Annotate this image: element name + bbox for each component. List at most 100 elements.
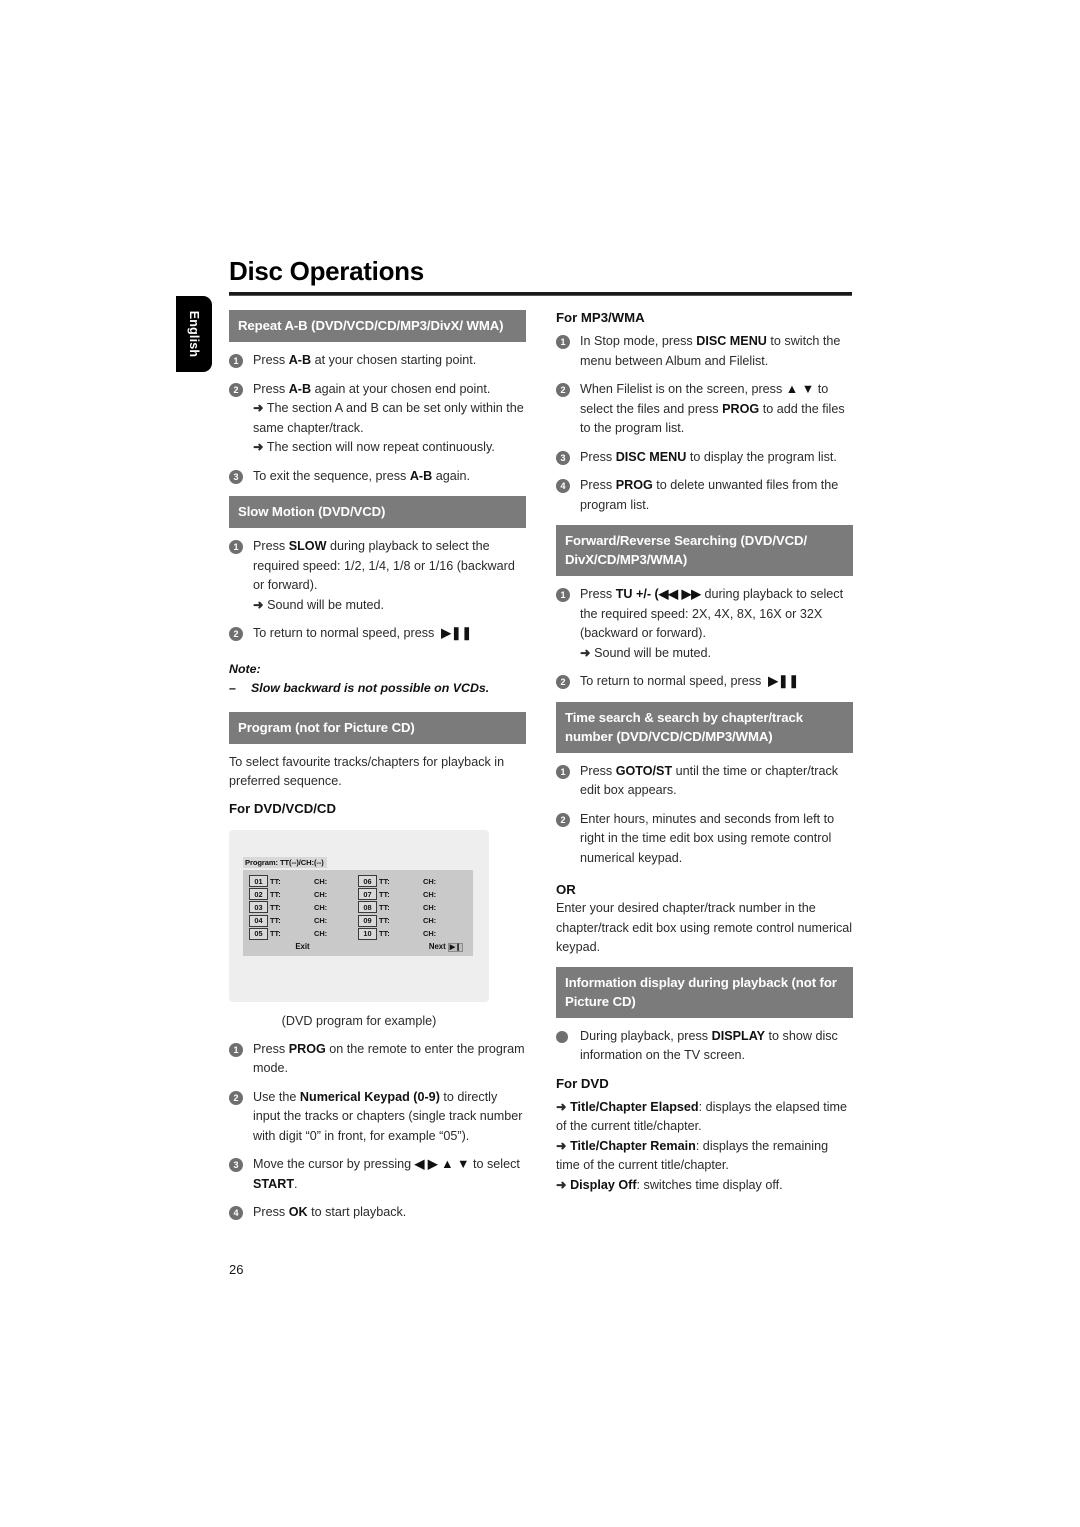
osd-row: 01 TT: CH: [249,875,358,888]
step-item: 1 Press PROG on the remote to enter the … [229,1040,526,1079]
step-keyword: DISC MENU [615,449,687,464]
program-steps: 1 Press PROG on the remote to enter the … [229,1040,526,1223]
osd-index[interactable]: 06 [358,875,377,888]
dash-icon: – [229,680,236,695]
osd-chapter-field[interactable]: CH: [314,916,327,925]
osd-index[interactable]: 02 [249,888,268,901]
step-item: 1 Press SLOW during playback to select t… [229,537,526,615]
step-text: To return to normal speed, press [253,626,435,640]
osd-index[interactable]: 08 [358,901,377,914]
result-line: ➜ The section A and B can be set only wi… [253,399,526,438]
osd-title-field[interactable]: TT: [270,916,314,925]
manual-page: English Disc Operations Repeat A-B (DVD/… [0,0,1080,1527]
direction-pad-icons: ◀ ▶ ▲ ▼ [414,1157,470,1171]
arrow-right-icon: ➜ [556,1177,567,1192]
step-item: 1 Press A-B at your chosen starting poin… [229,351,526,371]
definition-item: ➜ Display Off: switches time display off… [556,1176,853,1196]
step-keyword: A-B [288,353,312,367]
step-number: 3 [556,450,570,465]
result-text: The section A and B can be set only with… [253,401,524,435]
osd-row: 08 TT: CH: [358,901,467,914]
step-item: 1 In Stop mode, press DISC MENU to switc… [556,332,853,371]
time-search-steps: 1 Press GOTO/ST until the time or chapte… [556,762,853,869]
osd-row: 04 TT: CH: [249,914,358,927]
osd-title-field[interactable]: TT: [379,890,423,899]
definition-item: ➜ Title/Chapter Remain: displays the rem… [556,1137,853,1176]
step-text-pre: Press [580,587,616,601]
arrow-right-icon: ➜ [253,401,264,415]
osd-title-field[interactable]: TT: [379,903,423,912]
arrow-right-icon: ➜ [556,1138,567,1153]
note-item-text: Slow backward is not possible on VCDs. [251,680,490,695]
note-item: – Slow backward is not possible on VCDs. [229,679,526,698]
step-number: 3 [229,1158,243,1172]
step-text-rest: again. [432,468,471,483]
play-pause-icon: ▶❚❚ [437,626,473,640]
step-item: 1 Press GOTO/ST until the time or chapte… [556,762,853,801]
step-number: 1 [229,540,243,554]
step-text-rest: Enter hours, minutes and seconds from le… [580,811,835,865]
osd-chapter-field[interactable]: CH: [314,890,327,899]
step-text: To return to normal speed, press [580,674,762,688]
definition-term: Title/Chapter Elapsed [570,1099,699,1114]
step-number: 2 [556,812,570,827]
step-keyword: START [253,1176,295,1191]
osd-next-button[interactable]: Next ▶❙ [356,942,467,953]
osd-chapter-field[interactable]: CH: [314,929,327,938]
osd-chapter-field[interactable]: CH: [423,929,436,938]
step-number: 1 [229,1042,243,1057]
osd-title-field[interactable]: TT: [270,877,314,886]
step-text-pre: Press [253,381,289,396]
sub-head-for-dvd: For DVD [556,1075,609,1091]
page-number: 26 [229,1262,244,1277]
language-tab: English [176,296,212,372]
osd-chapter-field[interactable]: CH: [423,890,436,899]
osd-body: 01 TT: CH: 02 TT: CH: 03 TT: CH: 04 TT: … [243,869,473,957]
rewind-forward-icons: (◀◀ ▶▶ [654,587,701,601]
result-text: Sound will be muted. [594,645,711,660]
repeat-ab-steps: 1 Press A-B at your chosen starting poin… [229,351,526,486]
osd-index[interactable]: 01 [249,875,268,888]
osd-chapter-field[interactable]: CH: [314,877,327,886]
step-item: 2 To return to normal speed, press ▶❚❚ [556,672,853,692]
osd-title-field[interactable]: TT: [379,916,423,925]
osd-column-right: 06 TT: CH: 07 TT: CH: 08 TT: CH: 09 TT: … [358,875,467,941]
step-keyword: A-B [288,381,312,396]
osd-chapter-field[interactable]: CH: [423,877,436,886]
osd-index[interactable]: 05 [249,927,268,940]
section-header-information-display: Information display during playback (not… [556,966,853,1018]
step-number: 2 [229,382,243,397]
osd-title-field[interactable]: TT: [270,890,314,899]
osd-index[interactable]: 10 [358,927,377,940]
osd-index[interactable]: 07 [358,888,377,901]
step-keyword: OK [288,1205,308,1219]
step-text-rest: . [294,1176,298,1191]
osd-title-field[interactable]: TT: [379,929,423,938]
section-header-forward-reverse-search: Forward/Reverse Searching (DVD/VCD/ DivX… [556,525,853,576]
arrow-right-icon: ➜ [556,1099,567,1114]
step-text-pre: Use the [253,1089,300,1104]
osd-chapter-field[interactable]: CH: [423,916,436,925]
step-keyword: PROG [288,1041,326,1056]
osd-index[interactable]: 04 [249,914,268,927]
step-number: 1 [556,764,570,779]
dvd-display-definitions: ➜ Title/Chapter Elapsed: displays the el… [556,1098,853,1196]
step-item: 3 Move the cursor by pressing ◀ ▶ ▲ ▼ to… [229,1155,526,1194]
slow-motion-steps: 1 Press SLOW during playback to select t… [229,537,526,644]
page-title: Disc Operations [229,256,424,286]
osd-title-field[interactable]: TT: [270,903,314,912]
result-line: ➜ The section will now repeat continuous… [253,438,526,458]
play-pause-icon: ▶❚❚ [764,674,800,688]
osd-title-field[interactable]: TT: [270,929,314,938]
osd-title-field[interactable]: TT: [379,877,423,886]
osd-chapter-field[interactable]: CH: [314,903,327,912]
osd-footer: Exit Next ▶❙ [249,942,467,953]
title-divider [229,292,852,296]
osd-index[interactable]: 03 [249,901,268,914]
arrow-right-icon: ➜ [580,645,591,660]
osd-index[interactable]: 09 [358,914,377,927]
program-screen-figure: Program: TT(--)/CH:(--) 01 TT: CH: 02 TT… [229,829,489,1002]
osd-chapter-field[interactable]: CH: [423,903,436,912]
osd-exit-button[interactable]: Exit [249,942,356,951]
step-number: 2 [556,383,570,397]
